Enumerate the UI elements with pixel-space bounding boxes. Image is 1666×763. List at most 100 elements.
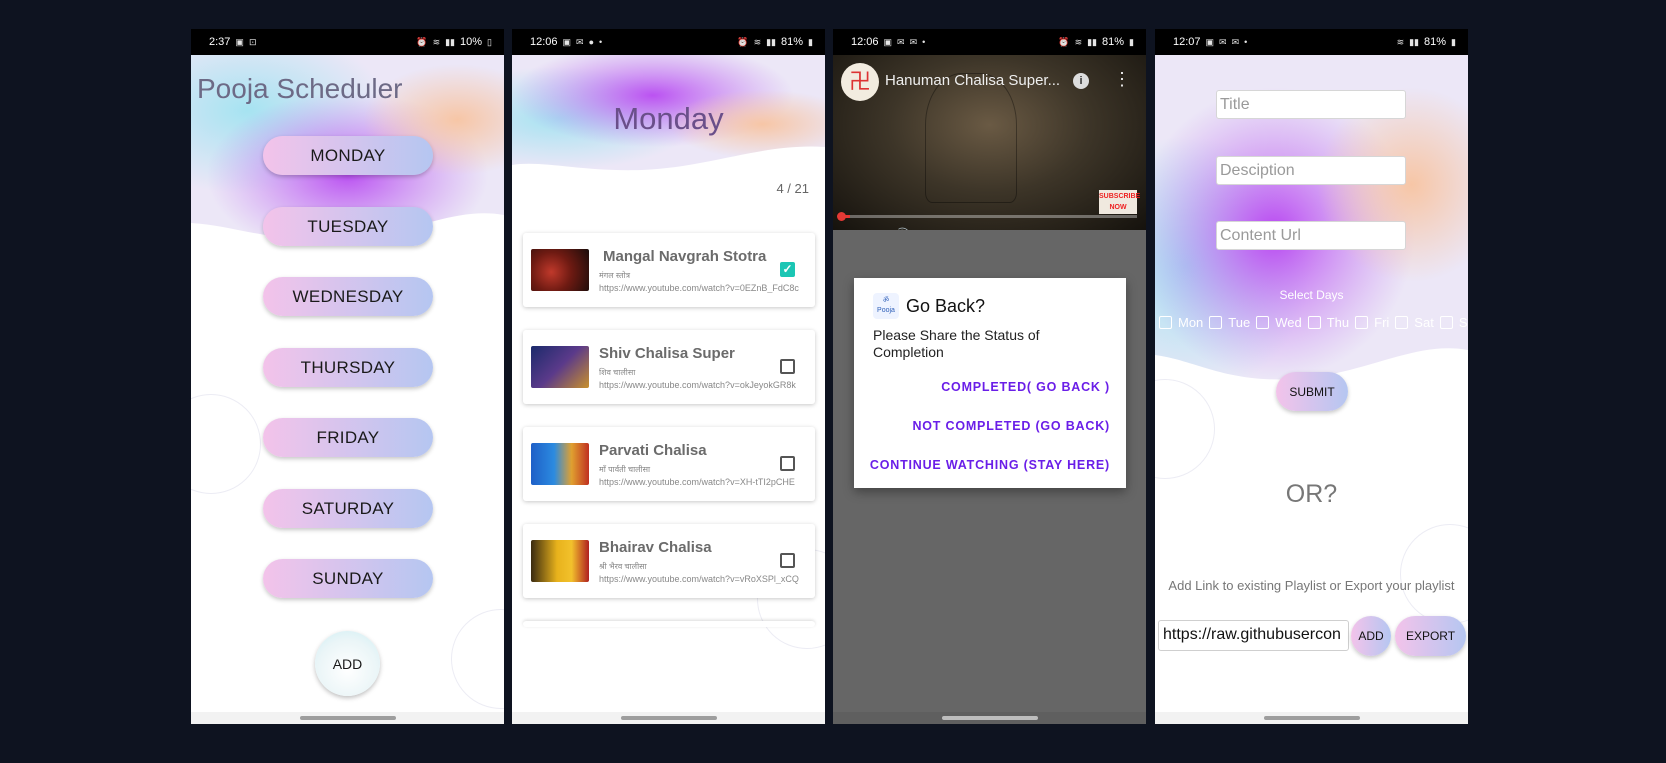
monday-button[interactable]: MONDAY (263, 136, 433, 175)
battery-icon: ▮ (1451, 36, 1456, 47)
nav-bar (833, 712, 1146, 724)
sunday-button[interactable]: SUNDAY (263, 559, 433, 598)
signal-icon: ▮▮ (766, 36, 777, 47)
day-checkbox-sat[interactable]: Sat (1395, 315, 1434, 330)
completed-checkbox[interactable] (780, 553, 795, 568)
item-url: https://www.youtube.com/watch?v=vRoXSPl_… (599, 574, 799, 584)
list-item[interactable]: Shiv Chalisa Super शिव चालीसा https://ww… (523, 330, 815, 404)
completed-checkbox[interactable] (780, 456, 795, 471)
nav-bar (1155, 712, 1468, 724)
decorative-circle (1400, 524, 1468, 624)
day-checkbox-wed[interactable]: Wed (1256, 315, 1302, 330)
home-indicator[interactable] (1263, 716, 1360, 720)
day-checkbox-fri[interactable]: Fri (1355, 315, 1389, 330)
wifi-icon: ≋ (753, 36, 762, 47)
battery-icon: ▮ (1129, 36, 1134, 47)
video-player[interactable]: 卍 Hanuman Chalisa Super... i ⋮ SUBSCRIBE… (833, 55, 1146, 230)
info-icon[interactable]: i (1073, 73, 1089, 89)
completed-go-back-button[interactable]: COMPLETED( GO BACK ) (941, 380, 1110, 394)
more-vert-icon[interactable]: ⋮ (1113, 69, 1131, 90)
video-player-screen: 12:06 ▣ ✉ ✉ • ⏰ ≋ ▮▮ 81% ▮ 卍 Hanuman Cha… (833, 29, 1146, 724)
lock-icon: ⊡ (248, 36, 257, 47)
home-indicator[interactable] (941, 716, 1038, 720)
clock: 2:37 (209, 36, 231, 48)
title-input[interactable]: Title (1216, 90, 1406, 119)
wifi-icon: ≋ (432, 36, 441, 47)
day-checkbox-sun[interactable]: Su (1439, 315, 1468, 330)
video-thumbnail (531, 540, 589, 582)
day-checkbox-thu[interactable]: Thu (1307, 315, 1349, 330)
submit-button[interactable]: SUBMIT (1276, 372, 1348, 411)
video-title[interactable]: Hanuman Chalisa Super... (885, 72, 1060, 89)
day-playlist-screen: 12:06 ▣ ✉ ● • ⏰ ≋ ▮▮ 81% ▮ Monday 4 / 21… (512, 29, 825, 724)
thursday-button[interactable]: THURSDAY (263, 348, 433, 387)
wifi-icon: ≋ (1396, 36, 1405, 47)
channel-logo-icon[interactable]: 卍 (841, 63, 879, 101)
item-title: Bhairav Chalisa (599, 539, 712, 556)
wifi-icon: ≋ (1074, 36, 1083, 47)
item-subtitle: मंगल स्तोत्र (599, 271, 631, 280)
image-icon: ▣ (562, 36, 572, 47)
saturday-button[interactable]: SATURDAY (263, 489, 433, 528)
video-progress-bar[interactable] (841, 215, 1137, 218)
signal-icon: ▮▮ (1087, 36, 1098, 47)
home-indicator[interactable] (299, 716, 396, 720)
day-checkbox-mon[interactable]: Mon (1159, 315, 1203, 330)
status-bar: 12:06 ▣ ✉ ✉ • ⏰ ≋ ▮▮ 81% ▮ (833, 29, 1146, 55)
list-item[interactable]: Bhairav Chalisa श्री भैरव चालीसा https:/… (523, 524, 815, 598)
mail-icon: ✉ (1219, 36, 1227, 47)
mail-icon: ✉ (909, 36, 918, 47)
completed-checkbox[interactable]: ✓ (780, 262, 795, 277)
item-title: Mangal Navgrah Stotra (603, 248, 767, 265)
subscribe-badge: SUBSCRIBE NOW (1099, 190, 1140, 214)
friday-button[interactable]: FRIDAY (263, 418, 433, 457)
dot-icon: • (599, 37, 603, 47)
battery-icon: ▮ (808, 36, 813, 47)
battery-level: 10% (460, 36, 483, 48)
dot-icon: • (922, 37, 926, 47)
decorative-circle (451, 609, 504, 709)
day-checkbox-row: Mon Tue Wed Thu Fri Sat Su (1159, 315, 1468, 330)
home-indicator[interactable] (620, 716, 717, 720)
continue-watching-button[interactable]: CONTINUE WATCHING (STAY HERE) (870, 458, 1110, 472)
item-subtitle: माँ पार्वती चालीसा (599, 465, 651, 474)
image-icon: ▣ (1205, 36, 1215, 47)
decorative-circle (191, 394, 261, 494)
day-checkbox-tue[interactable]: Tue (1209, 315, 1250, 330)
status-bar: 2:37 ▣ ⊡ ⏰ ≋ ▮▮ 10% ▯ (191, 29, 504, 55)
video-thumbnail (531, 443, 589, 485)
list-item[interactable]: Parvati Chalisa माँ पार्वती चालीसा https… (523, 427, 815, 501)
clock: 12:07 (1173, 36, 1201, 48)
dialog-title: Go Back? (906, 296, 986, 316)
content-url-input[interactable]: Content Url (1216, 221, 1406, 250)
playlist-url-input[interactable]: https://raw.githubusercon (1158, 620, 1349, 651)
description-input[interactable]: Desciption (1216, 156, 1406, 185)
status-bar: 12:07 ▣ ✉ ✉ • ≋ ▮▮ 81% ▮ (1155, 29, 1468, 55)
app-logo-icon: ॐ Pooja (873, 293, 899, 319)
not-completed-go-back-button[interactable]: NOT COMPLETED (GO BACK) (912, 419, 1110, 433)
app-title: Pooja Scheduler (197, 73, 403, 104)
alarm-icon: ⏰ (737, 36, 749, 47)
list-item[interactable]: Mangal Navgrah Stotra मंगल स्तोत्र https… (523, 233, 815, 307)
or-divider: OR? (1285, 480, 1338, 508)
export-button[interactable]: EXPORT (1395, 616, 1466, 656)
dot-icon: • (1244, 37, 1248, 47)
battery-level: 81% (781, 36, 804, 48)
go-back-dialog: ॐ Pooja Go Back? Please Share the Status … (854, 278, 1126, 488)
item-title: Parvati Chalisa (599, 442, 707, 459)
clock: 12:06 (530, 36, 558, 48)
tuesday-button[interactable]: TUESDAY (263, 207, 433, 246)
mail-icon: ✉ (576, 36, 584, 47)
list-item[interactable] (523, 621, 815, 627)
progress-scrubber[interactable] (837, 212, 846, 221)
completed-checkbox[interactable] (780, 359, 795, 374)
item-url: https://www.youtube.com/watch?v=XH-tTI2p… (599, 477, 795, 487)
wednesday-button[interactable]: WEDNESDAY (263, 277, 433, 316)
item-title: Shiv Chalisa Super (599, 345, 735, 362)
add-playlist-button[interactable]: ADD (1351, 616, 1391, 656)
add-item-screen: 12:07 ▣ ✉ ✉ • ≋ ▮▮ 81% ▮ Title Desciptio… (1155, 29, 1468, 724)
scheduler-screen: 2:37 ▣ ⊡ ⏰ ≋ ▮▮ 10% ▯ Pooja Scheduler MO… (191, 29, 504, 724)
add-button[interactable]: ADD (315, 631, 380, 696)
item-subtitle: शिव चालीसा (599, 368, 636, 377)
item-url: https://www.youtube.com/watch?v=0EZnB_Fd… (599, 283, 799, 293)
